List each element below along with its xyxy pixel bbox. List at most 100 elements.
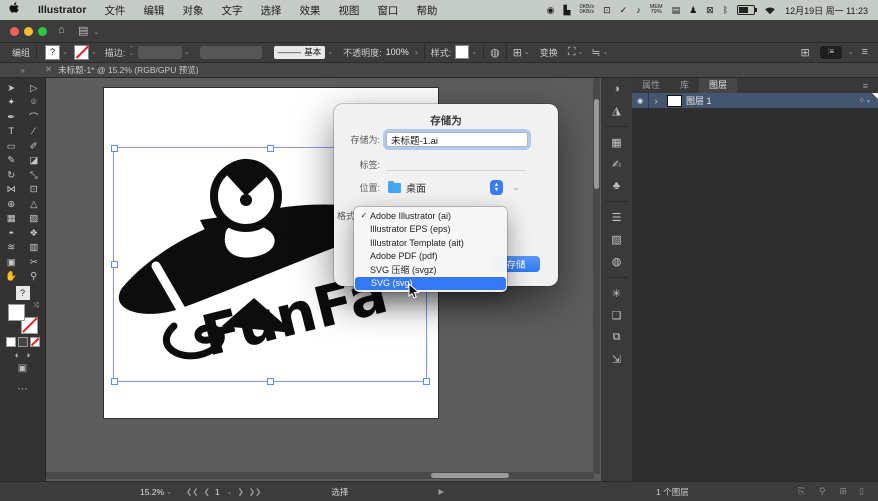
shape-builder-tool[interactable]: ⊕ (0, 197, 23, 212)
width-tool[interactable]: ⋈ (0, 183, 23, 198)
status-play-icon[interactable]: ▶ (438, 487, 444, 496)
layer-name[interactable]: 图层 1 (686, 94, 712, 107)
delete-layer-icon[interactable]: ▯ (859, 486, 864, 497)
calendar-icon[interactable]: ⊡ (603, 5, 611, 16)
bluetooth-icon[interactable]: ᛒ (723, 5, 728, 15)
format-option-svg[interactable]: SVG (svg) (355, 277, 506, 291)
free-transform-icon[interactable]: ⛶ (568, 46, 576, 59)
layer-row[interactable]: ◉ › 图层 1 ○ ▪ (632, 93, 878, 108)
memory-indicator[interactable]: MEM 79% (650, 5, 663, 16)
chevron-down-icon[interactable]: ⌄ (578, 48, 584, 56)
appearance-panel-icon[interactable]: ✳ (612, 287, 621, 300)
chevron-down-icon[interactable]: ⌄ (91, 48, 97, 56)
selection-tool[interactable]: ➤ (0, 81, 23, 96)
paintbrush-tool[interactable]: ✐ (23, 139, 46, 154)
location-stepper-button[interactable]: ▲▼ (490, 180, 503, 195)
close-tab-icon[interactable]: ✕ (45, 64, 52, 75)
keyboard-icon[interactable]: ▤ (672, 5, 681, 16)
menu-hamburger-icon[interactable]: ≡ (862, 46, 868, 58)
menubar-item-view[interactable]: 视图 (329, 3, 368, 18)
vertical-scrollbar[interactable] (593, 77, 600, 474)
prev-artboard-button[interactable]: ❮ (204, 487, 210, 496)
document-arrange-button[interactable]: ▤ ⌄ (78, 24, 99, 37)
chevron-down-icon[interactable]: ⌄ (848, 48, 854, 56)
eraser-tool[interactable]: ◪ (23, 154, 46, 169)
help-tool-box[interactable]: ? (16, 286, 30, 300)
zoom-level-readout[interactable]: 15.2% (140, 487, 164, 497)
menubar-item-illustrator[interactable]: Illustrator (29, 4, 95, 16)
net-speed-indicator[interactable]: 0KB/s 0KB/s (579, 5, 594, 16)
layer-thumbnail[interactable] (667, 95, 682, 107)
blend-tool[interactable]: ❖ (23, 226, 46, 241)
align-icon[interactable]: ≒ (591, 46, 600, 59)
new-layer-icon[interactable]: ⊞ (840, 486, 848, 497)
chevron-down-icon[interactable]: ⌄ (603, 48, 609, 56)
location-expand-chevron[interactable]: ⌄ (512, 182, 520, 193)
symbol-sprayer-tool[interactable]: ≋ (0, 241, 23, 256)
selection-handle[interactable] (267, 378, 274, 385)
symbols-panel-icon[interactable]: ♣ (613, 180, 620, 192)
libraries-panel-icon[interactable]: ⧉ (613, 331, 621, 344)
chevron-down-icon[interactable]: ⌄ (471, 48, 477, 56)
color-guide-panel-icon[interactable]: ◮ (612, 104, 620, 117)
menubar-item-window[interactable]: 窗口 (368, 3, 407, 18)
curvature-tool[interactable]: ⌒ (23, 110, 46, 125)
stroke-weight-stepper[interactable]: ⌃⌄ (129, 47, 134, 58)
brush-definition-dropdown[interactable] (200, 46, 262, 59)
transform-label[interactable]: 变换 (540, 46, 558, 59)
selection-handle[interactable] (111, 378, 118, 385)
last-artboard-button[interactable]: ❯❯ (249, 487, 262, 496)
format-option-pdf[interactable]: Adobe PDF (pdf) (354, 250, 507, 264)
target-circle-icon[interactable]: ○ (860, 97, 864, 104)
menubar-item-file[interactable]: 文件 (95, 3, 134, 18)
menubar-item-type[interactable]: 文字 (212, 3, 251, 18)
stroke-weight-field[interactable] (138, 46, 182, 59)
color-panel-icon[interactable]: ◑ (613, 83, 620, 95)
direct-selection-tool[interactable]: ▷ (23, 81, 46, 96)
location-value[interactable]: 桌面 (406, 180, 426, 195)
zoom-tool[interactable]: ⚲ (23, 270, 46, 285)
panel-menu-icon[interactable]: ≡ (853, 79, 878, 93)
draw-normal-icon[interactable]: ◐ (15, 350, 20, 360)
next-artboard-button[interactable]: ❯ (237, 487, 243, 496)
type-tool[interactable]: T (0, 125, 23, 140)
wifi-icon[interactable] (764, 6, 776, 15)
menubar-item-object[interactable]: 对象 (173, 3, 212, 18)
mesh-tool[interactable]: ▦ (0, 212, 23, 227)
home-button[interactable]: ⌂ (58, 24, 65, 36)
tab-layers[interactable]: 图层 (699, 76, 737, 93)
chevron-down-icon[interactable]: ⌄ (327, 48, 333, 56)
chevron-down-icon[interactable]: ⌄ (166, 488, 172, 496)
opacity-expand-icon[interactable]: › (415, 47, 418, 57)
document-tab-label[interactable]: 未标题-1* @ 15.2% (RGB/GPU 预览) (58, 64, 198, 76)
stroke-panel-icon[interactable]: ☰ (612, 211, 622, 224)
notification-bell-icon[interactable]: ♪ (636, 5, 641, 15)
scale-tool[interactable]: ⤡ (23, 168, 46, 183)
format-option-ai[interactable]: ✓ Adobe Illustrator (ai) (354, 209, 507, 223)
stroke-color-swatch[interactable] (74, 45, 89, 60)
chevron-down-icon[interactable]: ⌄ (62, 48, 68, 56)
h-scroll-thumb[interactable] (431, 473, 509, 478)
chevron-down-icon[interactable]: ⌄ (227, 488, 233, 496)
magic-wand-tool[interactable]: ✦ (0, 96, 23, 111)
app-status-icon[interactable]: ▙ (564, 5, 571, 16)
gradient-tool[interactable]: ▧ (23, 212, 46, 227)
pen-tool[interactable]: ✒ (0, 110, 23, 125)
battery-icon[interactable] (737, 5, 755, 15)
gradient-panel-icon[interactable]: ▧ (611, 233, 621, 246)
draw-behind-icon[interactable]: ◑ (25, 350, 30, 360)
menubar-clock[interactable]: 12月19日 周一 11:23 (785, 4, 868, 17)
expand-chevron-icon[interactable]: › (649, 96, 663, 106)
slice-tool[interactable]: ✂ (23, 255, 46, 270)
tab-properties[interactable]: 属性 (632, 76, 670, 93)
minimize-window-button[interactable] (24, 27, 33, 36)
menubar-item-help[interactable]: 帮助 (407, 3, 446, 18)
screen-record-icon[interactable]: ◉ (547, 5, 555, 16)
swatches-panel-icon[interactable]: ▦ (611, 136, 621, 149)
chevron-down-icon[interactable]: ⌄ (184, 48, 190, 56)
swap-fill-stroke-icon[interactable]: ⤨ (33, 302, 39, 310)
close-window-button[interactable] (10, 27, 19, 36)
graphic-style-swatch[interactable] (455, 45, 469, 59)
opacity-value[interactable]: 100% (386, 47, 409, 57)
transparency-panel-icon[interactable]: ◍ (612, 255, 622, 268)
